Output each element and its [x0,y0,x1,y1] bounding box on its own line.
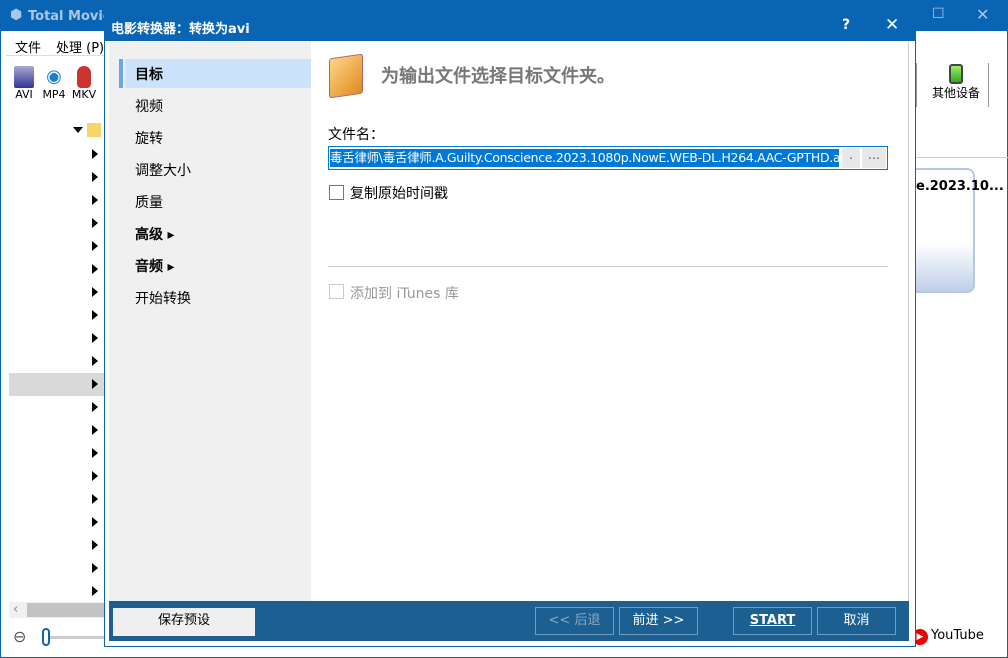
divider [6,55,104,56]
scroll-left-icon[interactable]: ‹ [13,602,18,617]
itunes-label: 添加到 iTunes 库 [350,283,459,303]
toolbar-label: MKV [72,88,96,101]
divider [916,63,917,107]
tree-expand-icon[interactable] [92,310,98,320]
tree-expand-icon[interactable] [92,586,98,596]
zoom-slider-track[interactable] [50,636,104,639]
nav-item-label: 调整大小 [135,163,191,179]
tree-row-selected[interactable] [9,373,104,396]
close-icon[interactable]: ✕ [885,15,899,35]
dialog-title: 电影转换器：转换为avi [111,18,250,37]
itunes-checkbox [329,284,344,299]
youtube-button[interactable]: YouTube [931,628,984,643]
tree-expand-icon[interactable] [92,563,98,573]
menu-file[interactable]: 文件 [15,37,41,56]
tree-expand-icon[interactable] [92,149,98,159]
nav-item-label: 开始转换 [135,291,191,307]
tree-expand-icon[interactable] [92,172,98,182]
tree-expand-icon[interactable] [92,425,98,435]
toolbar-mp4[interactable]: ◉MP4 [40,66,68,101]
matryoshka-icon [77,66,91,88]
eye-icon: ◉ [40,66,68,88]
back-button[interactable]: << 后退 [535,607,614,635]
expand-arrow-icon: ▸ [163,259,174,275]
tree-expand-icon[interactable] [92,379,98,389]
nav-item-label: 高级 [135,227,163,243]
zoom-slider-thumb[interactable] [42,628,50,646]
start-button[interactable]: START [733,607,812,635]
tree-expand-icon[interactable] [92,287,98,297]
copy-timestamp-label[interactable]: 复制原始时间戳 [350,183,448,203]
horizontal-scrollbar[interactable]: ‹ [9,602,104,618]
nav-item[interactable]: 音频 ▸ [135,256,174,276]
copy-timestamp-checkbox[interactable] [329,185,344,200]
tree-expand-icon[interactable] [92,540,98,550]
app-icon: ⬢ [10,7,22,23]
maximize-icon[interactable]: ☐ [932,6,945,22]
dialog-main: 为输出文件选择目标文件夹。 文件名： 毒舌律师\毒舌律师.A.Guilty.Co… [311,42,909,601]
dot-button[interactable]: . [842,148,860,168]
nav-item[interactable]: 开始转换 [135,288,191,308]
nav-item-label: 音频 [135,259,163,275]
tree-expand-icon[interactable] [92,356,98,366]
filename-field[interactable]: 毒舌律师\毒舌律师.A.Guilty.Conscience.2023.1080p… [328,146,888,170]
avi-icon [14,66,34,88]
zoom-out-icon[interactable]: ⊖ [13,627,26,646]
tree-expand-icon[interactable] [92,402,98,412]
tree-expand-icon[interactable] [92,333,98,343]
toolbar-mkv[interactable]: MKV [70,66,98,101]
nav-item[interactable]: 质量 [135,192,163,212]
tree-expand-icon[interactable] [92,471,98,481]
device-icon [949,64,963,84]
nav-item[interactable]: 视频 [135,96,163,116]
nav-item-label: 质量 [135,195,163,211]
convert-dialog: 电影转换器：转换为avi ? ✕ 目标视频旋转调整大小质量高级 ▸音频 ▸开始转… [104,8,916,647]
toolbar-label: AVI [15,88,33,101]
selection-marker [119,59,123,88]
divider [916,157,1008,158]
menu-process[interactable]: 处理 (P) [56,37,104,56]
other-devices-button[interactable]: 其他设备 [926,64,986,101]
nav-item-label: 视频 [135,99,163,115]
page-heading: 为输出文件选择目标文件夹。 [381,62,615,88]
help-button[interactable]: ? [842,17,850,33]
divider [328,266,888,267]
expand-arrow-icon: ▸ [163,227,174,243]
dialog-footer: 保存预设 << 后退 前进 >> START 取消 [109,601,909,641]
nav-item[interactable]: 高级 ▸ [135,224,174,244]
tree-expand-icon[interactable] [92,241,98,251]
nav-item-label: 目标 [135,67,163,83]
expand-icon[interactable] [73,127,83,133]
next-button[interactable]: 前进 >> [619,607,698,635]
nav-item[interactable]: 旋转 [135,128,163,148]
dialog-nav: 目标视频旋转调整大小质量高级 ▸音频 ▸开始转换 [109,42,311,601]
folder-icon [87,123,101,137]
filename-input[interactable]: 毒舌律师\毒舌律师.A.Guilty.Conscience.2023.1080p… [330,149,839,167]
tree-expand-icon[interactable] [92,218,98,228]
toolbar-label: MP4 [42,88,65,101]
tree-expand-icon[interactable] [92,517,98,527]
scroll-thumb[interactable] [27,603,104,617]
browse-button[interactable]: ... [862,148,886,168]
other-devices-label: 其他设备 [932,86,980,100]
tree-expand-icon[interactable] [92,494,98,504]
nav-item[interactable]: 调整大小 [135,160,191,180]
dialog-titlebar: 电影转换器：转换为avi ? ✕ [105,9,915,41]
tree-expand-icon[interactable] [92,195,98,205]
tree-expand-icon[interactable] [92,448,98,458]
save-preset-button[interactable]: 保存预设 [113,608,255,636]
tree-expand-icon[interactable] [92,264,98,274]
folder-icon [329,54,363,99]
close-icon[interactable]: ✕ [976,5,989,24]
divider [988,63,989,107]
nav-item-label: 旋转 [135,131,163,147]
nav-item[interactable]: 目标 [135,64,163,84]
filename-label: 文件名： [328,124,384,144]
cancel-button[interactable]: 取消 [817,607,896,635]
file-card-title: e.2023.10... [916,179,1004,194]
toolbar-avi[interactable]: AVI [10,66,38,101]
